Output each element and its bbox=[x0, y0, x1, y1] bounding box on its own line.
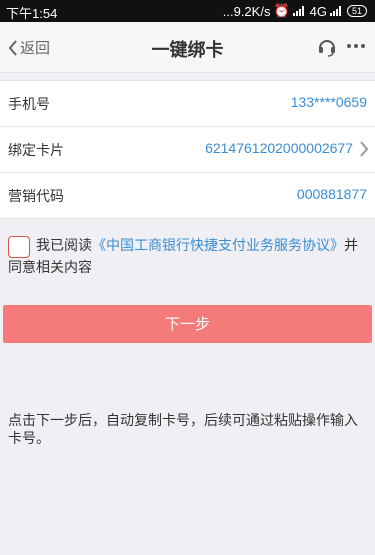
copy-tip-text: 点击下一步后，自动复制卡号，后续可通过粘贴操作输入卡号。 bbox=[8, 413, 358, 447]
card-label: 绑定卡片 bbox=[8, 143, 64, 159]
status-indicators: ...9.2K/s ⏰ 4G 51 bbox=[223, 3, 367, 19]
more-dots-icon[interactable] bbox=[347, 44, 365, 48]
alarm-icon: ⏰ bbox=[273, 3, 290, 18]
signal-icon bbox=[292, 6, 307, 16]
status-time: 下午1:54 bbox=[6, 6, 58, 21]
marketing-code-row: 营销代码 000881877 bbox=[0, 173, 375, 218]
phone-value: 133****0659 bbox=[290, 94, 367, 110]
card-value[interactable]: 6214761202000002677 bbox=[205, 140, 353, 156]
agreement-prefix: 我已阅读 bbox=[36, 238, 92, 254]
agreement: 我已阅读《中国工商银行快捷支付业务服务协议》并 同意相关内容 bbox=[8, 235, 368, 279]
agreement-checkbox[interactable] bbox=[8, 236, 30, 258]
card-row[interactable]: 绑定卡片 6214761202000002677 bbox=[0, 127, 375, 173]
marketing-code-label: 营销代码 bbox=[8, 189, 64, 205]
headset-icon[interactable] bbox=[317, 37, 337, 61]
status-bar: 下午1:54 ...9.2K/s ⏰ 4G 51 bbox=[0, 0, 375, 22]
agreement-suffix: 并 bbox=[344, 238, 358, 254]
battery-icon: 51 bbox=[346, 5, 367, 17]
phone-row: 手机号 133****0659 bbox=[0, 81, 375, 127]
next-step-button[interactable]: 下一步 bbox=[3, 305, 372, 343]
nav-bar: 返回 一键绑卡 bbox=[0, 22, 375, 73]
chevron-right-icon[interactable] bbox=[359, 141, 369, 157]
agreement-link[interactable]: 《中国工商银行快捷支付业务服务协议》 bbox=[92, 238, 344, 254]
phone-label: 手机号 bbox=[8, 97, 50, 113]
marketing-code-value: 000881877 bbox=[296, 186, 367, 202]
agreement-line2: 同意相关内容 bbox=[8, 260, 92, 276]
net-speed: ...9.2K/s bbox=[222, 3, 271, 19]
binding-form: 手机号 133****0659 绑定卡片 6214761202000002677… bbox=[0, 80, 375, 219]
signal-icon-2 bbox=[329, 6, 344, 16]
agreement-text: 我已阅读《中国工商银行快捷支付业务服务协议》并 同意相关内容 bbox=[8, 235, 368, 279]
network-type: 4G bbox=[309, 3, 327, 19]
